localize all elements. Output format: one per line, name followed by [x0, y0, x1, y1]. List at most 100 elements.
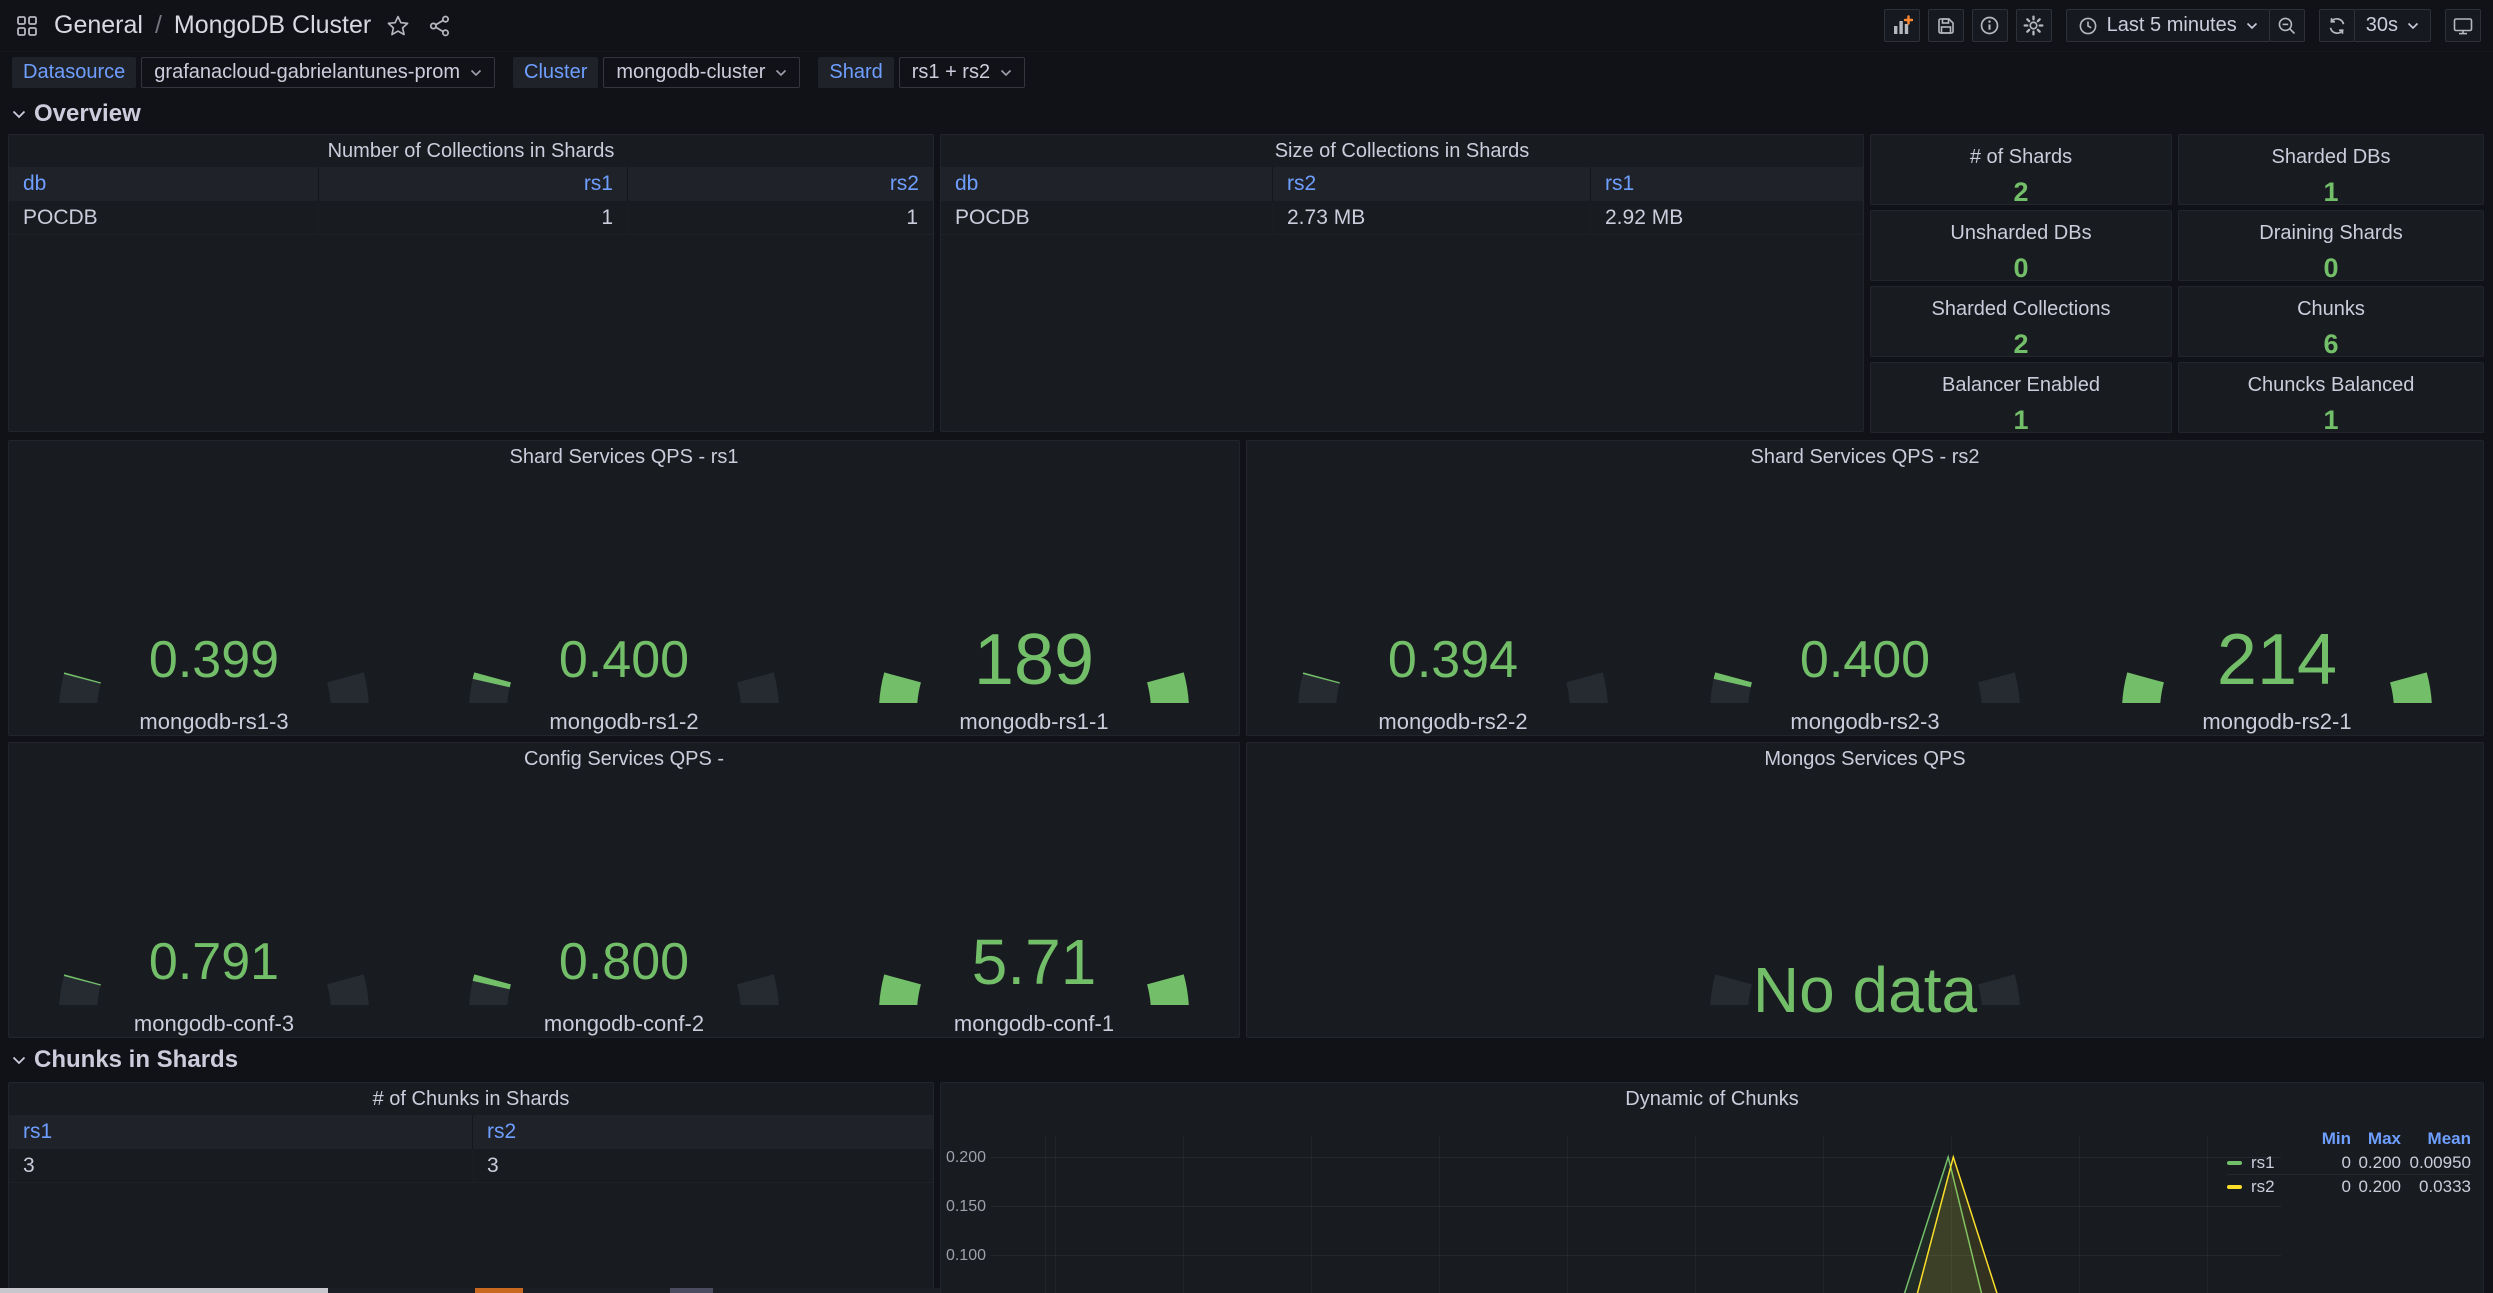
panel-title[interactable]: Mongos Services QPS — [1247, 743, 2483, 775]
overview-stats: # of Shards 2 Sharded DBs 1 Unsharded DB… — [1870, 134, 2484, 432]
panel-shard-qps-rs1: Shard Services QPS - rs1 0.399 mongodb-r… — [8, 440, 1240, 736]
panel-chunks-count: # of Chunks in Shards rs1 rs2 3 3 — [8, 1082, 934, 1293]
stat-chuncks-balanced: Chuncks Balanced 1 — [2178, 362, 2484, 433]
chunks-count-table: rs1 rs2 3 3 — [9, 1115, 933, 1183]
save-dashboard-button[interactable] — [1928, 9, 1964, 42]
panel-title[interactable]: Shard Services QPS - rs1 — [9, 441, 1239, 473]
series-name: rs1 — [2251, 1153, 2275, 1173]
table-row: POCDB 1 1 — [9, 201, 933, 235]
column-header-rs1[interactable]: rs1 — [9, 1115, 473, 1149]
breadcrumb: General / MongoDB Cluster — [12, 11, 455, 41]
table-header-row: db rs1 rs2 — [9, 167, 933, 201]
dashboard-insights-button[interactable] — [1972, 9, 2008, 42]
kiosk-mode-button[interactable] — [2445, 9, 2481, 42]
gauge-value: 0.791 — [9, 931, 419, 993]
column-header-db[interactable]: db — [9, 167, 319, 201]
column-header-rs2[interactable]: rs2 — [628, 167, 933, 201]
dashboard-settings-button[interactable] — [2016, 9, 2052, 42]
partial-next-row — [0, 1288, 940, 1293]
variable-shard-label: Shard — [818, 57, 893, 88]
panel-shard-qps-rs2: Shard Services QPS - rs2 0.394 mongodb-r… — [1246, 440, 2484, 736]
column-header-db[interactable]: db — [941, 167, 1273, 201]
stat-sharded-dbs: Sharded DBs 1 — [2178, 134, 2484, 205]
variable-datasource-select[interactable]: grafanacloud-gabrielantunes-prom — [141, 57, 495, 88]
panel-dynamic-of-chunks: Dynamic of Chunks 0.200 0.150 0.100 Min … — [940, 1082, 2484, 1293]
section-chunks-in-shards[interactable]: Chunks in Shards — [12, 1046, 238, 1074]
refresh-group: 30s — [2319, 9, 2431, 42]
star-icon[interactable] — [383, 11, 413, 41]
chevron-down-icon — [12, 1056, 26, 1065]
column-header-rs2[interactable]: rs2 — [473, 1115, 933, 1149]
legend-col-min[interactable]: Min — [2295, 1129, 2351, 1149]
gauge-mongodb-conf-3: 0.791 mongodb-conf-3 — [9, 775, 419, 1037]
partial-bar-light — [0, 1288, 328, 1293]
gauge-label: mongodb-rs1-1 — [829, 709, 1239, 735]
panel-size-of-collections: Size of Collections in Shards db rs2 rs1… — [940, 134, 1864, 432]
series-color-swatch — [2227, 1161, 2242, 1165]
gauge-mongodb-rs2-2: 0.394 mongodb-rs2-2 — [1247, 473, 1659, 735]
gauge-label: mongodb-rs1-2 — [419, 709, 829, 735]
gauge-label: mongodb-rs1-3 — [9, 709, 419, 735]
panel-title[interactable]: Shard Services QPS - rs2 — [1247, 441, 2483, 473]
gauge-mongodb-conf-2: 0.800 mongodb-conf-2 — [419, 775, 829, 1037]
gauge-value: 214 — [2071, 629, 2483, 691]
share-icon[interactable] — [425, 11, 455, 41]
variable-cluster: Cluster mongodb-cluster — [513, 57, 800, 88]
time-picker-group: Last 5 minutes — [2066, 9, 2305, 42]
collections-size-table: db rs2 rs1 POCDB 2.73 MB 2.92 MB — [941, 167, 1863, 235]
section-overview[interactable]: Overview — [12, 100, 141, 128]
variable-datasource-label: Datasource — [12, 57, 136, 88]
partial-bar-orange — [475, 1288, 523, 1293]
variable-shard-select[interactable]: rs1 + rs2 — [899, 57, 1025, 88]
top-nav-bar: General / MongoDB Cluster — [0, 0, 2493, 52]
panel-mongos-qps: Mongos Services QPS No data — [1246, 742, 2484, 1038]
gauge-value: 189 — [829, 629, 1239, 691]
panel-title[interactable]: Number of Collections in Shards — [9, 135, 933, 167]
dashboard-variables: Datasource grafanacloud-gabrielantunes-p… — [12, 57, 1025, 88]
gauge-label: mongodb-rs2-2 — [1247, 709, 1659, 735]
variable-cluster-label: Cluster — [513, 57, 598, 88]
breadcrumb-folder[interactable]: General — [54, 11, 143, 40]
breadcrumb-separator: / — [155, 11, 162, 40]
time-range-picker[interactable]: Last 5 minutes — [2066, 9, 2270, 42]
legend-col-mean[interactable]: Mean — [2401, 1129, 2471, 1149]
panel-number-of-collections: Number of Collections in Shards db rs1 r… — [8, 134, 934, 432]
legend-header-row: Min Max Mean — [2227, 1127, 2471, 1151]
stat-balancer-enabled: Balancer Enabled 1 — [1870, 362, 2172, 433]
variable-cluster-select[interactable]: mongodb-cluster — [603, 57, 800, 88]
gauge-mongodb-rs1-2: 0.400 mongodb-rs1-2 — [419, 473, 829, 735]
panel-title[interactable]: Size of Collections in Shards — [941, 135, 1863, 167]
refresh-interval-label: 30s — [2366, 14, 2398, 37]
panel-title[interactable]: # of Chunks in Shards — [9, 1083, 933, 1115]
chevron-down-icon — [12, 110, 26, 119]
gauge-label: mongodb-conf-3 — [9, 1011, 419, 1037]
column-header-rs1[interactable]: rs1 — [319, 167, 628, 201]
column-header-rs2[interactable]: rs2 — [1273, 167, 1591, 201]
legend-col-max[interactable]: Max — [2351, 1129, 2401, 1149]
gauge-mongodb-rs2-1: 214 mongodb-rs2-1 — [2071, 473, 2483, 735]
add-panel-button[interactable] — [1884, 9, 1920, 42]
stat-sharded-collections: Sharded Collections 2 — [1870, 286, 2172, 357]
apps-grid-icon[interactable] — [12, 11, 42, 41]
gauge-mongodb-rs1-1: 189 mongodb-rs1-1 — [829, 473, 1239, 735]
toolbar: Last 5 minutes — [1876, 9, 2481, 42]
gauge-value: 0.800 — [419, 931, 829, 993]
column-header-rs1[interactable]: rs1 — [1591, 167, 1863, 201]
legend-row-rs2: rs2 0 0.200 0.0333 — [2227, 1175, 2471, 1199]
gauge-label: mongodb-conf-2 — [419, 1011, 829, 1037]
table-header-row: db rs2 rs1 — [941, 167, 1863, 201]
zoom-out-time-button[interactable] — [2269, 9, 2305, 42]
gauge-value: 0.400 — [419, 629, 829, 691]
time-range-label: Last 5 minutes — [2107, 14, 2237, 37]
refresh-button[interactable] — [2319, 9, 2355, 42]
refresh-interval-picker[interactable]: 30s — [2354, 9, 2431, 42]
panel-title[interactable]: Config Services QPS - — [9, 743, 1239, 775]
table-row: 3 3 — [9, 1149, 933, 1183]
gauge-label: mongodb-rs2-3 — [1659, 709, 2071, 735]
dashboard-title[interactable]: MongoDB Cluster — [174, 11, 371, 40]
stat-num-shards: # of Shards 2 — [1870, 134, 2172, 205]
legend-row-rs1: rs1 0 0.200 0.00950 — [2227, 1151, 2471, 1175]
gauge-mongodb-rs2-3: 0.400 mongodb-rs2-3 — [1659, 473, 2071, 735]
gauge-value: 0.394 — [1247, 629, 1659, 691]
grafana-dashboard: General / MongoDB Cluster — [0, 0, 2493, 1293]
